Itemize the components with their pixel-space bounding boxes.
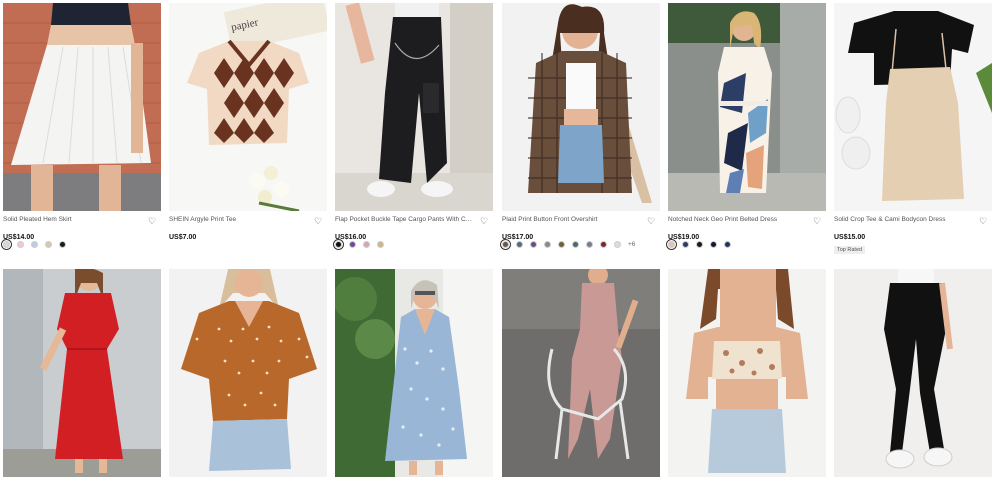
- color-swatch[interactable]: [572, 240, 579, 248]
- product-image[interactable]: [335, 3, 493, 211]
- color-swatch[interactable]: [59, 240, 66, 248]
- product-meta: US$7.00 ♡: [169, 216, 327, 241]
- product-title[interactable]: Solid Crop Tee & Cami Bodycon Dress: [834, 215, 974, 224]
- product-title[interactable]: Notched Neck Geo Print Belted Dress: [668, 215, 808, 224]
- color-swatch[interactable]: [666, 238, 677, 250]
- product-card-argyle-tee[interactable]: papier SHEIN Argyle Print Tee US$7.00 ♡: [169, 3, 327, 249]
- product-title[interactable]: Plaid Print Button Front Overshirt: [502, 215, 642, 224]
- color-swatch[interactable]: [516, 240, 523, 248]
- product-title[interactable]: Solid Pleated Hem Skirt: [3, 215, 143, 224]
- product-card-floral-babydoll-dress[interactable]: [335, 269, 493, 477]
- product-image[interactable]: [502, 269, 660, 477]
- heart-icon[interactable]: ♡: [812, 216, 822, 226]
- product-price: US$15.00: [834, 234, 866, 241]
- heart-icon[interactable]: ♡: [479, 216, 489, 226]
- color-swatch[interactable]: [17, 240, 24, 248]
- color-swatch[interactable]: [530, 240, 537, 248]
- product-price: US$17.00: [502, 234, 534, 241]
- product-price: US$16.00: [335, 234, 367, 241]
- color-swatch[interactable]: [363, 240, 370, 248]
- product-image[interactable]: [834, 269, 992, 477]
- product-image[interactable]: [335, 269, 493, 477]
- color-swatch[interactable]: [544, 240, 551, 248]
- heart-icon[interactable]: ♡: [978, 216, 988, 226]
- product-meta: US$15.00 ♡: [834, 216, 992, 241]
- product-meta: US$19.00 ♡: [668, 216, 826, 241]
- product-price: US$14.00: [3, 234, 35, 241]
- color-swatch[interactable]: [724, 240, 731, 248]
- product-card-dot-blouse[interactable]: [169, 269, 327, 477]
- product-title[interactable]: Flap Pocket Buckle Tape Cargo Pants With…: [335, 215, 475, 224]
- heart-icon[interactable]: ♡: [313, 216, 323, 226]
- more-colors-count[interactable]: +6: [628, 241, 635, 248]
- product-meta: US$16.00 ♡: [335, 216, 493, 241]
- product-price: US$19.00: [668, 234, 700, 241]
- product-image[interactable]: papier: [169, 3, 327, 211]
- product-card-geo-dress[interactable]: Notched Neck Geo Print Belted Dress US$1…: [666, 3, 826, 250]
- color-swatch[interactable]: [614, 240, 621, 248]
- heart-icon[interactable]: ♡: [147, 216, 157, 226]
- product-meta: US$14.00 ♡: [3, 216, 161, 241]
- color-swatch[interactable]: [710, 240, 717, 248]
- product-card-plaid-overshirt[interactable]: Plaid Print Button Front Overshirt US$17…: [500, 3, 660, 250]
- product-card-black-leggings[interactable]: [834, 269, 992, 477]
- color-swatch[interactable]: [1, 238, 12, 250]
- product-title[interactable]: SHEIN Argyle Print Tee: [169, 215, 309, 224]
- color-swatch[interactable]: [45, 240, 52, 248]
- product-card-red-maxi-dress[interactable]: [3, 269, 161, 477]
- color-swatch[interactable]: [696, 240, 703, 248]
- product-image[interactable]: [169, 269, 327, 477]
- product-card-pleated-skirt[interactable]: Solid Pleated Hem Skirt US$14.00 ♡: [1, 3, 161, 250]
- color-swatch[interactable]: [333, 238, 344, 250]
- heart-icon[interactable]: ♡: [646, 216, 656, 226]
- color-swatch[interactable]: [586, 240, 593, 248]
- product-image[interactable]: [668, 3, 826, 211]
- product-price: US$7.00: [169, 234, 197, 241]
- product-image[interactable]: [502, 3, 660, 211]
- product-image[interactable]: [668, 269, 826, 477]
- product-grid: Solid Pleated Hem Skirt US$14.00 ♡ papie…: [0, 0, 994, 479]
- product-image[interactable]: [834, 3, 992, 211]
- product-card-halter-jumpsuit[interactable]: [502, 269, 660, 477]
- color-swatch[interactable]: [349, 240, 356, 248]
- product-card-floral-corset-top[interactable]: [668, 269, 826, 477]
- color-swatch[interactable]: [558, 240, 565, 248]
- color-swatch[interactable]: [31, 240, 38, 248]
- color-swatch[interactable]: [377, 240, 384, 248]
- color-swatch[interactable]: [682, 240, 689, 248]
- color-swatch[interactable]: [500, 238, 511, 250]
- product-card-crop-tee-cami-dress[interactable]: Solid Crop Tee & Cami Bodycon Dress US$1…: [834, 3, 992, 256]
- color-swatch[interactable]: [600, 240, 607, 248]
- top-rated-badge: Top Rated: [834, 246, 866, 254]
- product-meta: US$17.00 ♡: [502, 216, 660, 241]
- product-card-cargo-pants[interactable]: Flap Pocket Buckle Tape Cargo Pants With…: [333, 3, 493, 250]
- product-image[interactable]: [3, 3, 161, 211]
- product-image[interactable]: [3, 269, 161, 477]
